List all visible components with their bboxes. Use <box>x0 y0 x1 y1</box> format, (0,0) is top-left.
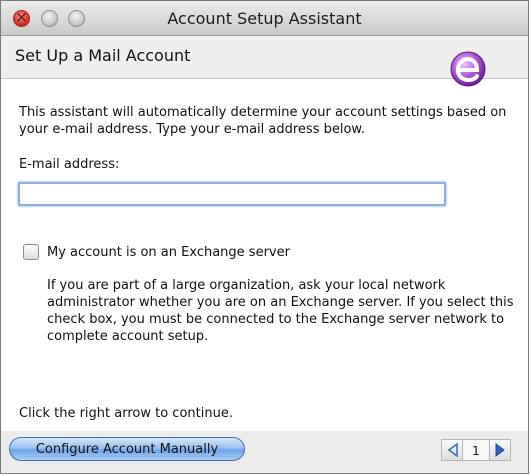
account-setup-window: Account Setup Assistant Set Up a Mail Ac… <box>0 0 529 474</box>
email-label: E-mail address: <box>19 157 120 172</box>
exchange-help-text: If you are part of a large organization,… <box>47 278 514 344</box>
window-title: Account Setup Assistant <box>167 9 362 28</box>
configure-manually-button[interactable]: Configure Account Manually <box>9 437 245 461</box>
entourage-e-logo-icon <box>448 49 488 89</box>
page-title: Set Up a Mail Account <box>15 46 191 65</box>
left-arrow-icon <box>447 443 458 457</box>
right-arrow-icon <box>495 443 505 457</box>
title-bar[interactable]: Account Setup Assistant <box>1 1 528 36</box>
intro-text: This assistant will automatically determ… <box>19 105 507 137</box>
next-page-button[interactable] <box>489 439 511 461</box>
exchange-checkbox-label[interactable]: My account is on an Exchange server <box>47 245 290 260</box>
exchange-checkbox[interactable] <box>23 244 39 260</box>
page-number: 1 <box>463 439 489 461</box>
page-navigator: 1 <box>441 439 511 461</box>
continue-hint: Click the right arrow to continue. <box>19 406 233 421</box>
email-field[interactable] <box>18 182 446 206</box>
previous-page-button[interactable] <box>441 439 463 461</box>
